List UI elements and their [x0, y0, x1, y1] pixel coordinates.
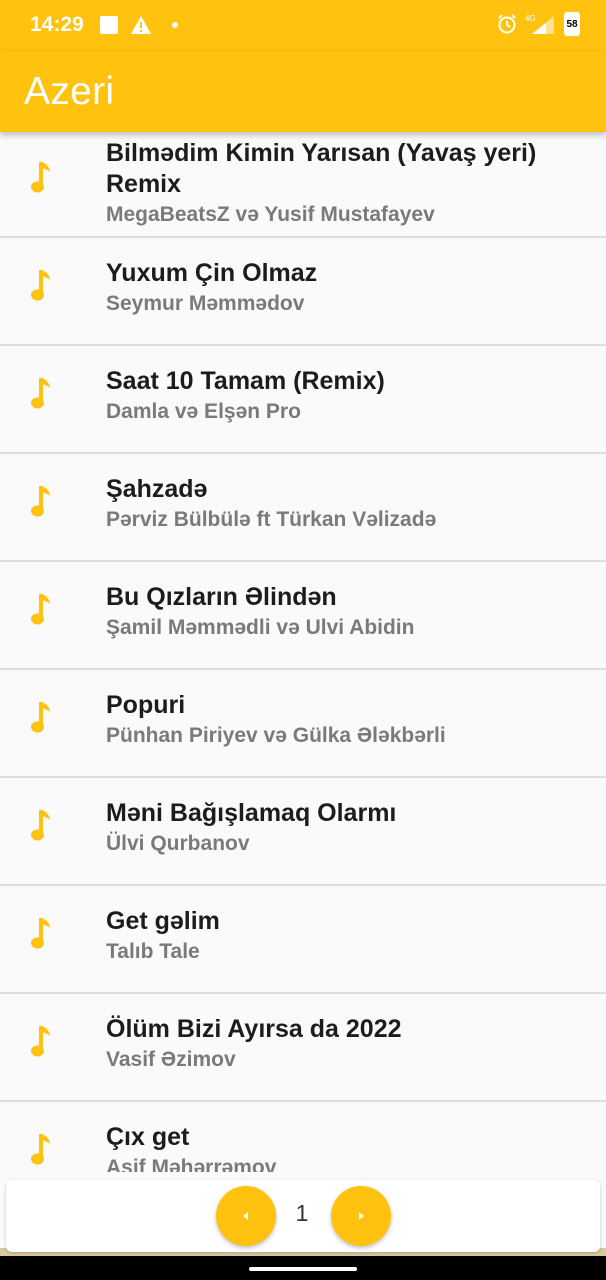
battery-icon: 58 [564, 12, 580, 36]
list-item-text: Popuri Pünhan Piriyev və Gülka Ələkbərli [106, 690, 576, 751]
music-note-icon [31, 162, 50, 193]
song-title: Yuxum Çin Olmaz [106, 259, 318, 287]
song-artist: Ülvi Qurbanov [106, 832, 250, 855]
list-item-text: Bilmədim Kimin Yarısan (Yavaş yeri) Remi… [106, 138, 576, 230]
music-note-icon [31, 702, 50, 733]
song-artist: Talıb Tale [106, 940, 200, 963]
music-note-icon [31, 378, 50, 409]
list-item[interactable]: Şahzadə Pərviz Bülbülə ft Türkan Vəlizad… [0, 454, 606, 562]
list-item-text: Məni Bağışlamaq Olarmı Ülvi Qurbanov [106, 798, 576, 859]
list-item[interactable]: Yuxum Çin Olmaz Seymur Məmmədov [0, 238, 606, 346]
svg-text:4G: 4G [525, 14, 536, 23]
screen: 14:29 4G 58 Azeri Bilmədim Kimin Yarısan… [0, 0, 606, 1280]
chevron-right-icon [359, 1212, 364, 1220]
list-item[interactable]: Get gəlim Talıb Tale [0, 886, 606, 994]
app-bar: Azeri [0, 52, 606, 132]
music-note-icon [31, 594, 50, 625]
list-item[interactable]: Bu Qızların Əlindən Şamil Məmmədli və Ul… [0, 562, 606, 670]
list-item-text: Get gəlim Talıb Tale [106, 906, 576, 967]
notification-square-icon [100, 16, 118, 34]
song-artist: Damla və Elşən Pro [106, 400, 301, 423]
music-note-icon [31, 486, 50, 517]
music-note-icon [31, 918, 50, 949]
warning-icon [131, 16, 151, 34]
list-item[interactable]: Çıx get Asif Məhərrəmov [0, 1102, 606, 1172]
status-notification-icons [100, 15, 178, 35]
song-title: Saat 10 Tamam (Remix) [106, 367, 385, 395]
list-item-text: Saat 10 Tamam (Remix) Damla və Elşən Pro [106, 366, 576, 427]
prev-page-button[interactable] [216, 1186, 276, 1246]
list-item[interactable]: Ölüm Bizi Ayırsa da 2022 Vasif Əzimov [0, 994, 606, 1102]
list-item-text: Yuxum Çin Olmaz Seymur Məmmədov [106, 258, 576, 319]
song-artist: Şamil Məmmədli və Ulvi Abidin [106, 616, 415, 639]
pagination-bar: 1 [6, 1180, 600, 1252]
music-note-icon [31, 1134, 50, 1165]
song-list: Bilmədim Kimin Yarısan (Yavaş yeri) Remi… [0, 132, 606, 1172]
song-title: Ölüm Bizi Ayırsa da 2022 [106, 1015, 402, 1043]
list-item[interactable]: Popuri Pünhan Piriyev və Gülka Ələkbərli [0, 670, 606, 778]
music-note-icon [31, 270, 50, 301]
song-title: Bu Qızların Əlindən [106, 583, 337, 611]
page-number: 1 [295, 1200, 309, 1226]
notification-dot-icon [172, 22, 178, 28]
list-item[interactable]: Saat 10 Tamam (Remix) Damla və Elşən Pro [0, 346, 606, 454]
song-title: Popuri [106, 691, 186, 719]
music-note-icon [31, 810, 50, 841]
status-system-icons: 4G 58 [496, 12, 580, 36]
song-title: Bilmədim Kimin Yarısan (Yavaş yeri) Remi… [106, 139, 537, 198]
song-artist: Vasif Əzimov [106, 1048, 236, 1071]
song-title: Şahzadə [106, 475, 208, 503]
song-artist: Pünhan Piriyev və Gülka Ələkbərli [106, 724, 446, 747]
list-item-text: Çıx get Asif Məhərrəmov [106, 1122, 576, 1172]
status-time: 14:29 [30, 13, 84, 36]
next-page-button[interactable] [331, 1186, 391, 1246]
song-artist: Pərviz Bülbülə ft Türkan Vəlizadə [106, 508, 437, 531]
signal-icon: 4G [525, 14, 554, 34]
list-item-text: Şahzadə Pərviz Bülbülə ft Türkan Vəlizad… [106, 474, 576, 535]
alarm-icon [498, 14, 516, 34]
app-title: Azeri [24, 70, 115, 113]
system-nav-bar [0, 1256, 606, 1280]
song-artist: Asif Məhərrəmov [106, 1156, 277, 1172]
list-item[interactable]: Bilmədim Kimin Yarısan (Yavaş yeri) Remi… [0, 132, 606, 238]
list-item-text: Ölüm Bizi Ayırsa da 2022 Vasif Əzimov [106, 1014, 576, 1075]
song-title: Get gəlim [106, 907, 220, 935]
home-indicator[interactable] [249, 1267, 357, 1271]
song-artist: MegaBeatsZ və Yusif Mustafayev [106, 203, 435, 226]
chevron-left-icon [243, 1212, 248, 1220]
song-title: Çıx get [106, 1123, 190, 1151]
status-bar: 14:29 4G 58 [0, 0, 606, 52]
list-item[interactable]: Məni Bağışlamaq Olarmı Ülvi Qurbanov [0, 778, 606, 886]
music-note-icon [31, 1026, 50, 1057]
song-artist: Seymur Məmmədov [106, 292, 305, 315]
song-title: Məni Bağışlamaq Olarmı [106, 799, 397, 827]
list-item-text: Bu Qızların Əlindən Şamil Məmmədli və Ul… [106, 582, 576, 643]
